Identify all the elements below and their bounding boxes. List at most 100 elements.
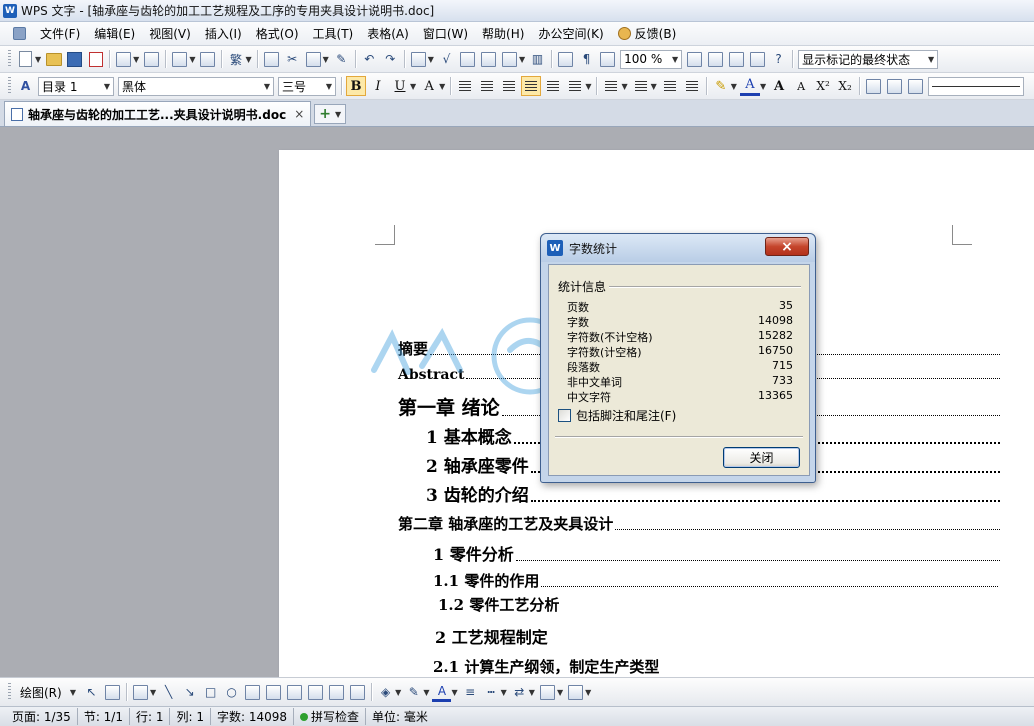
include-footnotes-checkbox[interactable] [558, 409, 571, 422]
template-icon[interactable] [706, 50, 725, 69]
underline-dropdown-arrow[interactable]: ▼ [410, 82, 416, 91]
draw-menu-button[interactable]: 绘图(R) ▼ [17, 683, 79, 702]
shadow-icon[interactable] [538, 683, 557, 702]
line-color-icon[interactable]: ✎ [404, 683, 423, 702]
shadow-dropdown-arrow[interactable]: ▼ [557, 688, 563, 697]
open-folder-icon[interactable] [44, 50, 63, 69]
vertical-text-box-icon[interactable] [264, 683, 283, 702]
search-icon[interactable] [685, 50, 704, 69]
table-dropdown-arrow[interactable]: ▼ [428, 55, 434, 64]
menu-insert[interactable]: 插入(I) [198, 23, 249, 44]
font-combo[interactable]: 黑体 ▼ [118, 76, 274, 96]
status-page[interactable]: 页面: 1/35 [6, 708, 78, 725]
insert-icon[interactable] [170, 50, 189, 69]
status-word-count[interactable]: 字数: 14098 [211, 708, 295, 725]
picture-icon[interactable] [327, 683, 346, 702]
line-style-combo[interactable] [928, 76, 1025, 96]
toc-entry[interactable]: 2.1 计算生产纲领，制定生产类型 [433, 656, 659, 677]
character-border-icon[interactable] [906, 77, 925, 96]
borders-icon[interactable] [864, 77, 883, 96]
chevron-down-icon[interactable]: ▼ [335, 110, 341, 119]
autoshapes-dropdown-arrow[interactable]: ▼ [150, 688, 156, 697]
new-dropdown-arrow[interactable]: ▼ [35, 55, 41, 64]
bold-button[interactable]: B [346, 76, 366, 96]
markup-view-combo[interactable]: 显示标记的最终状态 ▼ [798, 49, 939, 69]
font-effect-icon[interactable]: A [419, 76, 439, 96]
toolbar-grip[interactable] [8, 683, 11, 701]
document-workspace[interactable]: 摘要 Abstract 第一章 绪论 1 基本概念 2 轴承座零件 3 齿轮的介… [0, 128, 1034, 677]
status-spell-check[interactable]: 拼写检查 [294, 708, 367, 725]
textbox-dropdown-arrow[interactable]: ▼ [519, 55, 525, 64]
superscript-icon[interactable]: X² [813, 76, 833, 96]
dash-dropdown-arrow[interactable]: ▼ [501, 688, 507, 697]
print-icon[interactable] [114, 50, 133, 69]
toc-entry[interactable]: 1.2 零件工艺分析 [438, 594, 559, 615]
underline-button[interactable]: U [390, 76, 410, 96]
3d-dropdown-arrow[interactable]: ▼ [585, 688, 591, 697]
justify-icon[interactable] [521, 76, 542, 96]
highlight-dropdown-arrow[interactable]: ▼ [731, 82, 737, 91]
menu-tools[interactable]: 工具(T) [306, 23, 361, 44]
paste-icon[interactable] [304, 50, 323, 69]
toc-entry[interactable]: 1.1 零件的作用 [433, 570, 998, 591]
3d-icon[interactable] [566, 683, 585, 702]
close-tab-icon[interactable]: × [294, 107, 304, 121]
wordart-icon[interactable] [285, 683, 304, 702]
decrease-indent-icon[interactable] [660, 76, 680, 96]
arrow-style-dropdown-arrow[interactable]: ▼ [529, 688, 535, 697]
numbering-dropdown-arrow[interactable]: ▼ [621, 82, 627, 91]
bullet-dropdown-arrow[interactable]: ▼ [651, 82, 657, 91]
font-color-icon[interactable]: A [739, 76, 760, 96]
font-color-icon[interactable]: A [432, 683, 452, 702]
distributed-align-icon[interactable] [543, 76, 563, 96]
traditional-chinese-icon[interactable]: 繁 [226, 50, 245, 69]
formula-icon[interactable]: √ [437, 50, 456, 69]
font-size-combo[interactable]: 三号 ▼ [278, 76, 336, 96]
menu-format[interactable]: 格式(O) [249, 23, 306, 44]
highlight-icon[interactable]: ✎ [711, 76, 731, 96]
convert-dropdown-arrow[interactable]: ▼ [245, 55, 251, 64]
table-icon[interactable] [409, 50, 428, 69]
help-icon[interactable]: ? [769, 50, 788, 69]
effect-dropdown-arrow[interactable]: ▼ [439, 82, 445, 91]
line-spacing-icon[interactable] [565, 76, 585, 96]
align-center-icon[interactable] [477, 76, 497, 96]
toc-entry[interactable]: 3 齿轮的介绍 [426, 481, 1000, 506]
line-icon[interactable]: ╲ [159, 683, 178, 702]
shrink-font-icon[interactable]: A [791, 76, 811, 96]
numbered-list-icon[interactable] [601, 76, 621, 96]
grow-font-icon[interactable]: A [769, 76, 789, 96]
dialog-close-button[interactable]: × [765, 237, 809, 256]
line-style-icon[interactable]: ≡ [461, 683, 480, 702]
toc-entry[interactable]: 1 零件分析 [433, 541, 1000, 565]
toc-entry[interactable]: 第二章 轴承座的工艺及夹具设计 [398, 513, 1000, 534]
align-left-icon[interactable] [455, 76, 475, 96]
subscript-icon[interactable]: X₂ [835, 76, 855, 96]
copy-icon[interactable] [262, 50, 281, 69]
style-combo[interactable]: 目录 1 ▼ [38, 76, 114, 96]
paste-dropdown-arrow[interactable]: ▼ [323, 55, 329, 64]
increase-indent-icon[interactable] [682, 76, 702, 96]
menu-office-space[interactable]: 办公空间(K) [531, 23, 610, 44]
insert-dropdown-arrow[interactable]: ▼ [189, 55, 195, 64]
cut-icon[interactable]: ✂ [283, 50, 302, 69]
status-unit[interactable]: 单位: 毫米 [366, 708, 434, 725]
skin-icon[interactable] [748, 50, 767, 69]
close-button[interactable]: 关闭 [723, 447, 800, 468]
menu-window[interactable]: 窗口(W) [416, 23, 475, 44]
export-pdf-icon[interactable] [86, 50, 105, 69]
hyperlink-icon[interactable] [458, 50, 477, 69]
new-tab-button[interactable]: + ▼ [314, 104, 347, 124]
menu-feedback[interactable]: 反馈(B) [611, 23, 684, 44]
font-color-dropdown-arrow[interactable]: ▼ [451, 688, 457, 697]
text-box-icon[interactable] [500, 50, 519, 69]
chart-icon[interactable]: ▥ [528, 50, 547, 69]
document-tab[interactable]: 轴承座与齿轮的加工工艺...夹具设计说明书.doc × [4, 101, 312, 126]
clip-art-icon[interactable] [306, 683, 325, 702]
italic-button[interactable]: I [368, 76, 388, 96]
align-right-icon[interactable] [499, 76, 519, 96]
save-icon[interactable] [65, 50, 84, 69]
insert-image-icon[interactable] [348, 683, 367, 702]
bullet-list-icon[interactable] [631, 76, 651, 96]
text-box-icon[interactable] [243, 683, 262, 702]
